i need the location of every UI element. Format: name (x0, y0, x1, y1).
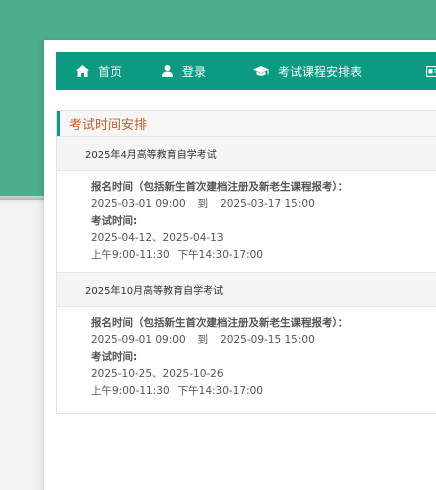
panel-header: 考试时间安排 (57, 111, 436, 136)
content-card: 首页 登录 考试课程安排表 考试时间安排 2025年4月高等教育自学考试 报名时… (44, 40, 436, 490)
exam-title: 2025年4月高等教育自学考试 (57, 136, 436, 171)
nav-home[interactable]: 首页 (76, 52, 122, 90)
nav-exam-schedule[interactable]: 考试课程安排表 (253, 52, 362, 90)
id-card-icon (426, 65, 436, 77)
nav-home-label: 首页 (98, 64, 123, 79)
exam-sessions: 上午9:00-11:30 下午14:30-17:00 (91, 383, 436, 400)
header-shadow (0, 196, 44, 204)
exam-afternoon: 下午14:30-17:00 (177, 249, 263, 261)
exam-time-label: 考试时间: (91, 215, 138, 227)
exam-sessions: 上午9:00-11:30 下午14:30-17:00 (91, 247, 436, 264)
exam-dates: 2025-04-12、2025-04-13 (91, 232, 224, 244)
register-period: 2025-09-01 09:00 到 2025-09-15 15:00 (91, 332, 436, 349)
register-start: 2025-03-01 09:00 (91, 198, 186, 210)
exam-morning: 上午9:00-11:30 (91, 249, 170, 261)
home-icon (76, 65, 89, 77)
register-period: 2025-03-01 09:00 到 2025-03-17 15:00 (91, 196, 436, 213)
graduation-cap-icon (253, 65, 269, 77)
exam-time-label: 考试时间: (91, 351, 138, 363)
exam-morning: 上午9:00-11:30 (91, 385, 170, 397)
register-to: 到 (197, 198, 209, 210)
exam-details: 报名时间（包括新生首次建档注册及新老生课程报考）： 2025-03-01 09:… (57, 171, 436, 272)
user-icon (162, 65, 173, 77)
top-navigation: 首页 登录 考试课程安排表 (56, 52, 436, 90)
nav-more[interactable] (426, 52, 436, 90)
nav-login-label: 登录 (182, 64, 207, 79)
register-to: 到 (197, 334, 209, 346)
exam-schedule-panel: 考试时间安排 2025年4月高等教育自学考试 报名时间（包括新生首次建档注册及新… (56, 110, 436, 414)
register-label: 报名时间（包括新生首次建档注册及新老生课程报考）： (91, 181, 349, 193)
exam-dates: 2025-10-25、2025-10-26 (91, 368, 224, 380)
nav-exam-schedule-label: 考试课程安排表 (278, 64, 363, 79)
exam-afternoon: 下午14:30-17:00 (177, 385, 263, 397)
nav-login[interactable]: 登录 (162, 52, 206, 90)
register-end: 2025-09-15 15:00 (220, 334, 315, 346)
exam-title: 2025年10月高等教育自学考试 (57, 272, 436, 307)
register-end: 2025-03-17 15:00 (220, 198, 315, 210)
register-start: 2025-09-01 09:00 (91, 334, 186, 346)
register-label: 报名时间（包括新生首次建档注册及新老生课程报考）： (91, 317, 349, 329)
section-title: 考试时间安排 (69, 118, 148, 133)
exam-details: 报名时间（包括新生首次建档注册及新老生课程报考）： 2025-09-01 09:… (57, 307, 436, 408)
